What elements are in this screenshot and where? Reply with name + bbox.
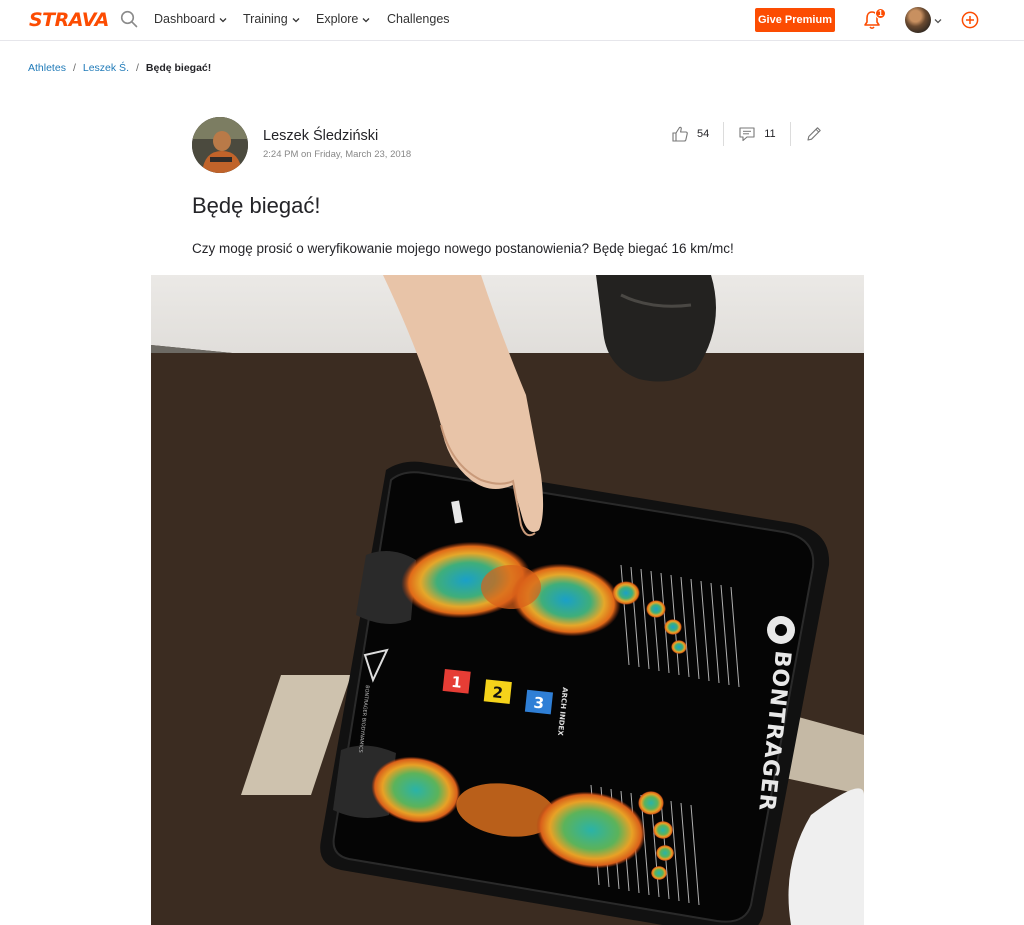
add-plus-icon[interactable] [961,11,979,29]
post-body: Czy mogę prosić o weryfikowanie mojego n… [192,241,734,256]
nav-challenges-label: Challenges [387,12,450,26]
search-icon[interactable] [120,10,138,28]
top-navigation: STRAVA Dashboard Training Explore Challe… [0,0,1024,41]
nav-challenges[interactable]: Challenges [387,12,450,27]
chevron-down-icon [292,17,300,22]
nav-dashboard-label: Dashboard [154,12,216,26]
post-photo[interactable]: 1 2 3 ARCH INDEX BONTRAGER BONTRAGER BIO… [151,275,864,925]
give-premium-button[interactable]: Give Premium [755,8,835,32]
divider [789,122,791,146]
chevron-down-icon [219,17,227,22]
post-title: Będę biegać! [192,193,321,218]
post-actions: 54 11 [671,122,823,146]
kudos-button[interactable]: 54 [671,125,709,143]
kudos-count: 54 [697,128,710,140]
notification-badge: 1 [875,8,886,19]
post-timestamp: 2:24 PM on Friday, March 23, 2018 [263,149,412,160]
comment-count: 11 [764,128,776,140]
chevron-down-icon [362,17,370,22]
comments-button[interactable]: 11 [738,125,776,143]
divider [723,122,725,146]
nav-dashboard[interactable]: Dashboard [154,12,227,27]
edit-button[interactable] [805,125,823,143]
author-name[interactable]: Leszek Śledziński [263,128,378,144]
arch-index-1: 1 [450,673,462,692]
arch-index-2: 2 [492,683,504,702]
breadcrumb-athletes-link[interactable]: Athletes [28,62,66,74]
nav-explore-label: Explore [316,12,359,26]
nav-training[interactable]: Training [243,12,300,27]
strava-logo[interactable]: STRAVA [29,10,109,30]
author-avatar-image [192,117,248,173]
breadcrumb-current: Będę biegać! [145,62,212,74]
breadcrumb-separator: / [72,62,76,74]
author-avatar[interactable] [192,117,248,173]
arch-index-3: 3 [533,694,545,713]
user-avatar[interactable] [905,7,931,33]
breadcrumb-separator: / [135,62,139,74]
nav-training-label: Training [243,12,288,26]
breadcrumb: Athletes / Leszek Ś. / Będę biegać! [28,62,211,74]
nav-explore[interactable]: Explore [316,12,370,27]
thumbs-up-icon [672,126,688,142]
breadcrumb-athlete-link[interactable]: Leszek Ś. [83,62,129,74]
chevron-down-icon[interactable] [934,17,942,25]
comment-icon [739,127,755,142]
footprint-scan-image: 1 2 3 ARCH INDEX BONTRAGER BONTRAGER BIO… [151,275,864,925]
pencil-icon [807,127,821,141]
